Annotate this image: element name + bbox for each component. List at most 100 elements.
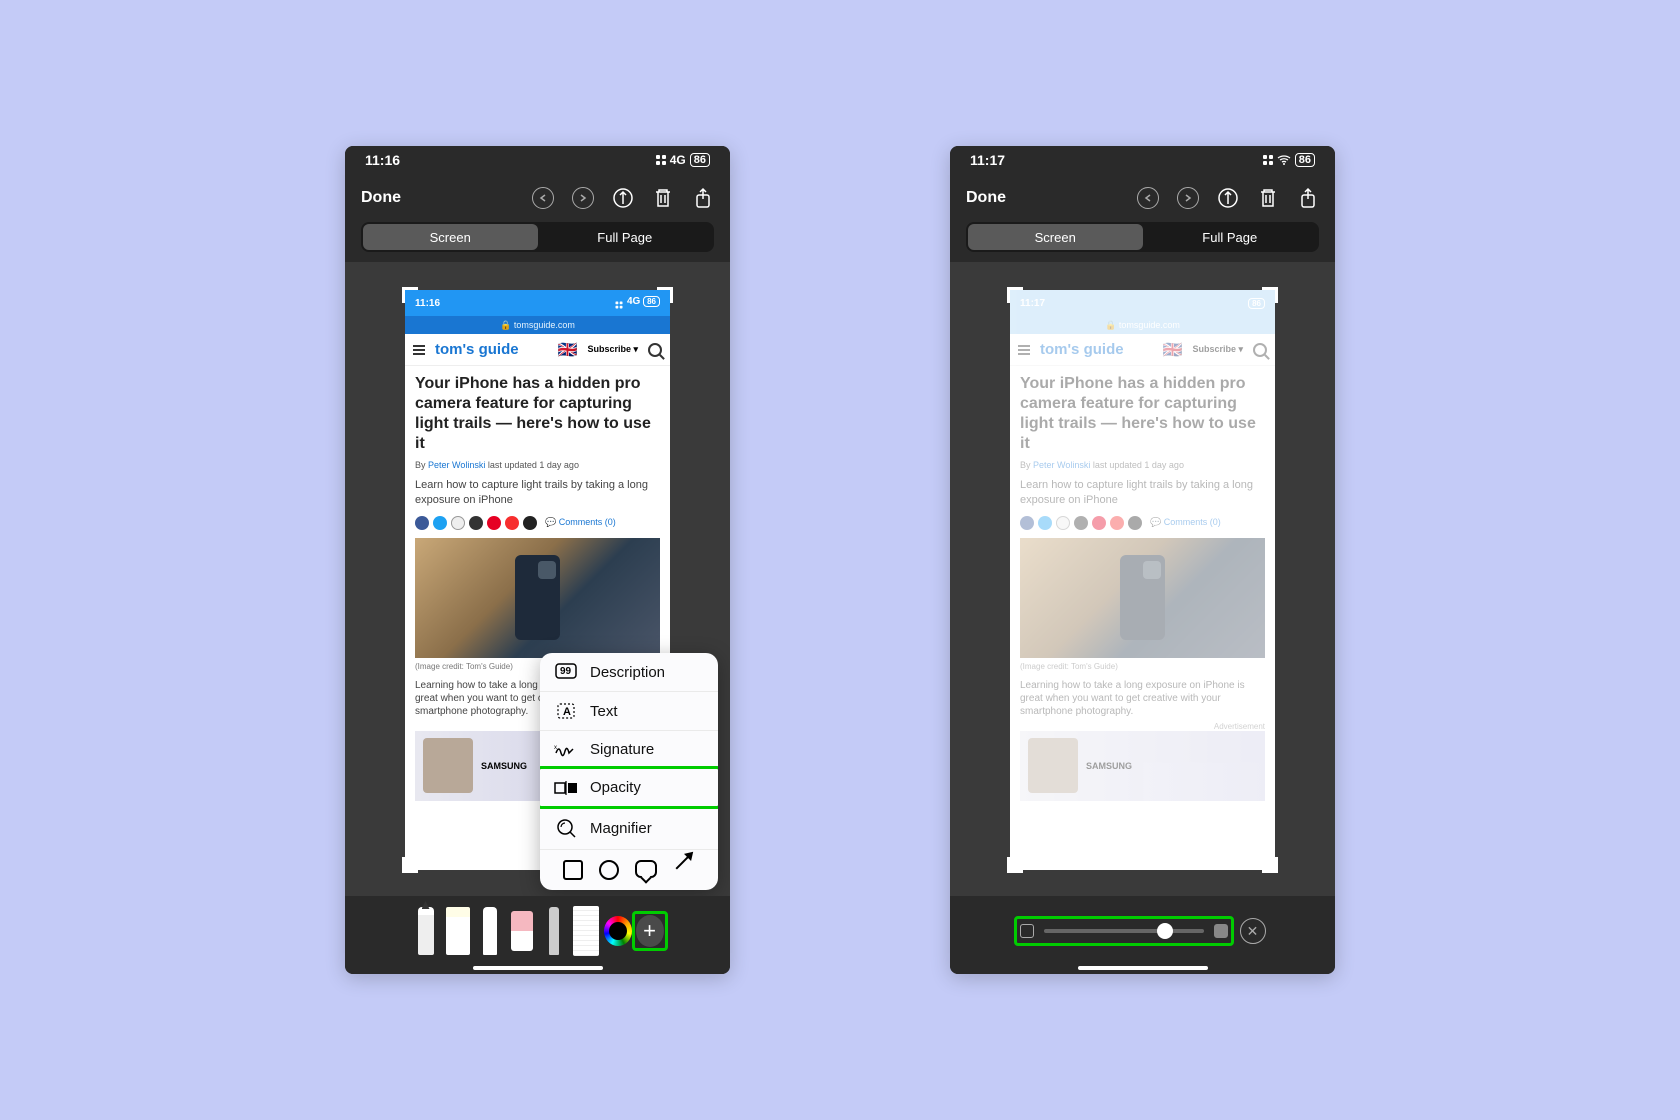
opacity-toolbar: ✕ [950, 896, 1335, 974]
magnifier-icon [554, 817, 578, 839]
tab-screen[interactable]: Screen [363, 224, 538, 250]
site-nav: tom's guide 🇬🇧 Subscribe ▾ [1010, 334, 1275, 366]
shape-square[interactable] [563, 860, 583, 880]
email-icon [1128, 516, 1142, 530]
image-credit: (Image credit: Tom's Guide) [1020, 662, 1265, 671]
article-lede: Learn how to capture light trails by tak… [415, 478, 660, 508]
author-link: Peter Wolinski [1033, 460, 1090, 470]
redo-button[interactable] [572, 187, 594, 209]
hero-phone-graphic [1120, 555, 1165, 640]
undo-button[interactable] [1137, 187, 1159, 209]
trash-button[interactable] [1257, 187, 1279, 209]
ios-status-bar: 11:16 4G 86 [345, 146, 730, 174]
phone-left: 11:16 4G 86 Done Screen Full Page [345, 146, 730, 974]
battery-icon: 86 [1295, 153, 1315, 167]
pen-tool[interactable] [412, 907, 440, 955]
shot-status-right: 4G 86 [614, 296, 660, 310]
crop-handle-bl[interactable] [1007, 857, 1023, 873]
flag-icon: 🇬🇧 [1163, 340, 1183, 360]
menu-label: Signature [590, 741, 654, 758]
flipboard-icon [505, 516, 519, 530]
safari-url-bar: 🔒 tomsguide.com [405, 316, 670, 334]
hamburger-icon [413, 345, 425, 355]
eraser-tool[interactable] [508, 911, 536, 951]
flag-icon: 🇬🇧 [558, 340, 578, 360]
ad-label: Advertisement [1020, 722, 1265, 731]
crop-frame[interactable]: 11:17 86 🔒 tomsguide.com tom's guide 🇬🇧 … [1010, 290, 1275, 870]
opacity-min-icon [1020, 924, 1034, 938]
menu-label: Opacity [590, 779, 641, 796]
hero-image [415, 538, 660, 658]
flipboard-icon [1110, 516, 1124, 530]
tab-screen[interactable]: Screen [968, 224, 1143, 250]
shot-status-right: 86 [1248, 298, 1265, 309]
share-button[interactable] [1297, 187, 1319, 209]
facebook-icon [1020, 516, 1034, 530]
hero-image [1020, 538, 1265, 658]
home-indicator [473, 966, 603, 970]
menu-text[interactable]: A Text [540, 691, 718, 730]
opacity-slider-group [1020, 924, 1228, 938]
facebook-icon [415, 516, 429, 530]
shape-circle[interactable] [599, 860, 619, 880]
pencil-tool[interactable] [476, 907, 504, 955]
opacity-slider[interactable] [1044, 929, 1204, 933]
menu-magnifier[interactable]: Magnifier [540, 806, 718, 849]
menu-label: Text [590, 703, 618, 720]
svg-text:99: 99 [560, 666, 572, 677]
article-body: Your iPhone has a hidden pro camera feat… [1010, 366, 1275, 809]
site-logo: tom's guide [435, 341, 548, 358]
description-icon: 99 [554, 663, 578, 681]
social-row: 💬 Comments (0) [1020, 516, 1265, 530]
menu-signature[interactable]: x Signature [540, 730, 718, 768]
article-lede: Learn how to capture light trails by tak… [1020, 478, 1265, 508]
color-picker[interactable] [604, 916, 632, 946]
status-right: 86 [1263, 153, 1315, 167]
undo-button[interactable] [532, 187, 554, 209]
ad-brand: SAMSUNG [1086, 761, 1132, 771]
tab-full-page[interactable]: Full Page [538, 224, 713, 250]
done-button[interactable]: Done [966, 189, 1006, 207]
article-paragraph: Learning how to take a long exposure on … [1020, 679, 1265, 718]
whatsapp-icon [451, 516, 465, 530]
shape-arrow[interactable] [676, 853, 693, 870]
crop-handle-br[interactable] [1262, 857, 1278, 873]
crop-handle-bl[interactable] [402, 857, 418, 873]
stylus-tool[interactable] [540, 907, 568, 955]
signal-icon [1263, 155, 1273, 165]
comments-link: 💬 Comments (0) [1150, 517, 1221, 528]
add-menu-popup: 99 Description A Text x Signature Opacit… [540, 653, 718, 890]
view-segmented-control[interactable]: Screen Full Page [361, 222, 714, 252]
svg-text:x: x [554, 745, 557, 751]
view-segmented-control[interactable]: Screen Full Page [966, 222, 1319, 252]
subscribe-link: Subscribe ▾ [1192, 344, 1243, 355]
social-row: 💬 Comments (0) [415, 516, 660, 530]
done-button[interactable]: Done [361, 189, 401, 207]
add-button[interactable]: + [636, 915, 664, 947]
markup-pen-icon[interactable] [1217, 187, 1239, 209]
subscribe-link: Subscribe ▾ [587, 344, 638, 355]
network-label: 4G [670, 153, 686, 167]
status-time: 11:17 [970, 152, 1005, 168]
close-button[interactable]: ✕ [1240, 918, 1266, 944]
ruler-tool[interactable] [572, 906, 600, 956]
menu-description[interactable]: 99 Description [540, 653, 718, 691]
trash-button[interactable] [652, 187, 674, 209]
markup-toolbar: + [345, 896, 730, 974]
crop-handle-tr[interactable] [657, 287, 673, 303]
share-button[interactable] [692, 187, 714, 209]
whatsapp-icon [1056, 516, 1070, 530]
highlighter-tool[interactable] [444, 907, 472, 955]
comments-link: 💬 Comments (0) [545, 517, 616, 528]
slider-thumb[interactable] [1157, 923, 1173, 939]
menu-opacity[interactable]: Opacity [540, 768, 718, 806]
svg-text:A: A [563, 706, 571, 718]
screenshot-preview: 11:17 86 🔒 tomsguide.com tom's guide 🇬🇧 … [950, 262, 1335, 898]
hero-phone-graphic [515, 555, 560, 640]
shape-speech-bubble[interactable] [635, 860, 657, 878]
redo-button[interactable] [1177, 187, 1199, 209]
markup-pen-icon[interactable] [612, 187, 634, 209]
tab-full-page[interactable]: Full Page [1143, 224, 1318, 250]
crop-handle-tl[interactable] [402, 287, 418, 303]
editor-toolbar: Done Screen Full Page [950, 174, 1335, 262]
